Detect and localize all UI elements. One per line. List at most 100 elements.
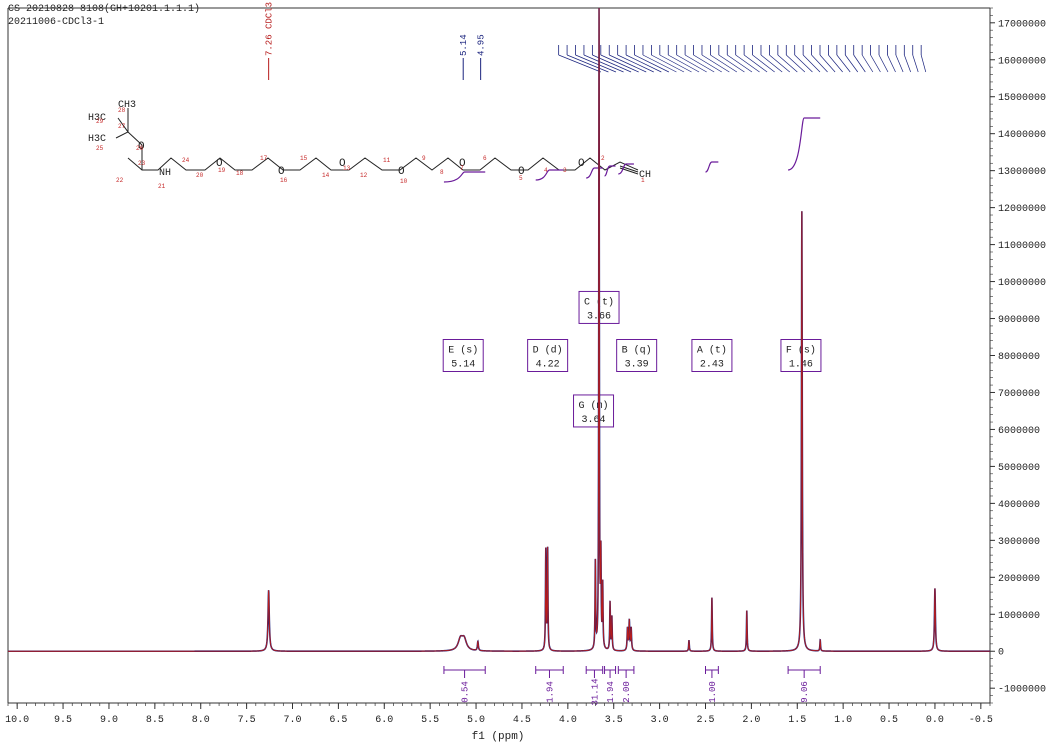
atom-number: 26 — [136, 145, 144, 152]
peak-label-leader-fan — [870, 54, 881, 73]
peak-label-leader-fan — [887, 54, 896, 73]
integral-curve — [443, 171, 486, 183]
y-tick-label: 11000000 — [998, 241, 1046, 252]
integral-value: 1.94 — [606, 681, 616, 703]
atom-number: 22 — [116, 177, 124, 184]
x-tick-label: 0.5 — [880, 715, 898, 726]
x-axis: 10.0 9.5 9.0 8.5 8.0 7.5 7.0 6.5 6.0 5.5 5.0 4.5 4.0… — [5, 703, 993, 726]
multiplet-value: 3.64 — [582, 415, 606, 426]
peak-label-leader-fan — [701, 54, 730, 73]
atom-number: 8 — [440, 169, 444, 176]
y-tick-label: 1000000 — [998, 611, 1040, 622]
integral-value: 31.14 — [590, 678, 600, 705]
atom-number: 2 — [601, 155, 605, 162]
structure-oxygen: O — [578, 158, 585, 170]
x-tick-label: 9.0 — [100, 715, 118, 726]
y-tick-label: 13000000 — [998, 167, 1046, 178]
peak-label-leader-fan — [684, 54, 715, 73]
atom-number: 12 — [360, 172, 368, 179]
multiplet-annotations: E (s)5.14D (d)4.22C (t)3.66B (q)3.39G (m… — [442, 290, 822, 428]
spectrum-line — [8, 7, 990, 652]
structure-oxygen: O — [398, 166, 405, 178]
peak-label-leader-fan — [920, 54, 927, 73]
y-tick-label: 9000000 — [998, 315, 1040, 326]
peak-label-leader-fan — [912, 54, 919, 73]
peak-label-leader-fan — [693, 54, 722, 73]
multiplet-name: A (t) — [697, 345, 727, 357]
peak-label-leader-fan — [710, 54, 738, 73]
atom-number: 20 — [196, 172, 204, 179]
x-tick-label: 5.0 — [467, 715, 485, 726]
x-tick-label: 4.0 — [559, 715, 577, 726]
x-tick-label: 2.0 — [742, 715, 760, 726]
x-tick-label: 9.5 — [54, 715, 72, 726]
peak-label-leader-fan — [609, 54, 647, 73]
peak-label-leader-fan — [819, 54, 836, 73]
atom-number: 5 — [519, 175, 523, 182]
multiplet-name: D (d) — [533, 345, 563, 357]
peak-label-leader-fan — [828, 54, 843, 73]
x-tick-label: 8.5 — [146, 715, 164, 726]
y-tick-label: 4000000 — [998, 500, 1040, 511]
atom-number: 9 — [422, 155, 426, 162]
x-tick-label: -0.5 — [969, 715, 993, 726]
atom-number: 23 — [138, 160, 146, 167]
y-tick-label: 16000000 — [998, 56, 1046, 67]
multiplet-name: B (q) — [622, 345, 652, 357]
y-tick-label: 8000000 — [998, 352, 1040, 363]
peak-label-leader-fan — [811, 54, 828, 73]
atom-number: 25 — [96, 145, 104, 152]
y-tick-label: 5000000 — [998, 463, 1040, 474]
y-tick-label: 6000000 — [998, 426, 1040, 437]
atom-number: 21 — [158, 183, 166, 190]
atom-number: 1 — [641, 177, 645, 184]
peak-label-leader-fan — [600, 54, 639, 73]
integral-value: 1.94 — [545, 681, 555, 703]
atom-number: 6 — [483, 155, 487, 162]
integral-annotations: 0.54 1.94 31.14 1.94 2.00 1.00 9.06 — [443, 117, 821, 706]
atom-number: 7 — [460, 165, 464, 172]
nmr-chart: CS-20210828-8108(GH+10201.1.1.1) 2021100… — [0, 0, 1057, 745]
atom-number: 14 — [322, 172, 330, 179]
x-axis-label: f1 (ppm) — [472, 731, 525, 743]
peak-label-leader-fan — [903, 54, 911, 73]
peak-label-leader-fan — [718, 54, 745, 73]
y-tick-label: 7000000 — [998, 389, 1040, 400]
peak-label-leader-fan — [786, 54, 806, 73]
peak-label-leader-fan — [558, 54, 602, 73]
x-tick-label: 2.5 — [696, 715, 714, 726]
y-tick-label: 12000000 — [998, 204, 1046, 215]
peak-label-leader-fan — [802, 54, 821, 73]
peak-label-leader-fan — [777, 54, 798, 73]
peak-label: 4.95 — [477, 34, 487, 56]
integral-curve — [586, 167, 603, 179]
atom-number: 11 — [383, 157, 391, 164]
x-tick-label: 7.0 — [283, 715, 301, 726]
peak-labels: 7.26 CDCl3 5.14 4.95 — [265, 2, 927, 80]
x-tick-label: 7.5 — [238, 715, 256, 726]
multiplet-value: 5.14 — [451, 360, 475, 371]
x-tick-label: 5.5 — [421, 715, 439, 726]
atom-number: 27 — [118, 123, 126, 130]
integral-curve — [618, 163, 634, 175]
chemical-structure: OOOOOOOOH3CCH3H3CNH CH282927262523 2422212… — [88, 100, 651, 190]
integral-value: 1.00 — [708, 681, 718, 703]
y-tick-label: 14000000 — [998, 130, 1046, 141]
structure-methyl-c: H3C — [88, 134, 106, 145]
y-tick-label: 17000000 — [998, 19, 1046, 30]
x-tick-label: 1.5 — [788, 715, 806, 726]
peak-label-leader-fan — [794, 54, 813, 73]
integral-curve — [787, 117, 821, 171]
multiplet-name: E (s) — [448, 345, 478, 357]
structure-amine: NH — [159, 168, 171, 179]
peak-label-leader-fan — [583, 54, 624, 73]
nmr-spectrum-plot: 10.0 9.5 9.0 8.5 8.0 7.5 7.0 6.5 6.0 5.5 5.0 4.5 4.0… — [5, 2, 1046, 743]
atom-number: 3 — [563, 167, 567, 174]
atom-number: 13 — [343, 165, 351, 172]
peak-label-leader-fan — [836, 54, 851, 73]
x-tick-label: 10.0 — [5, 715, 29, 726]
atom-number: 19 — [218, 167, 226, 174]
atom-number: 18 — [236, 170, 244, 177]
x-tick-label: 3.5 — [605, 715, 623, 726]
peak-label: 7.26 CDCl3 — [265, 2, 275, 56]
